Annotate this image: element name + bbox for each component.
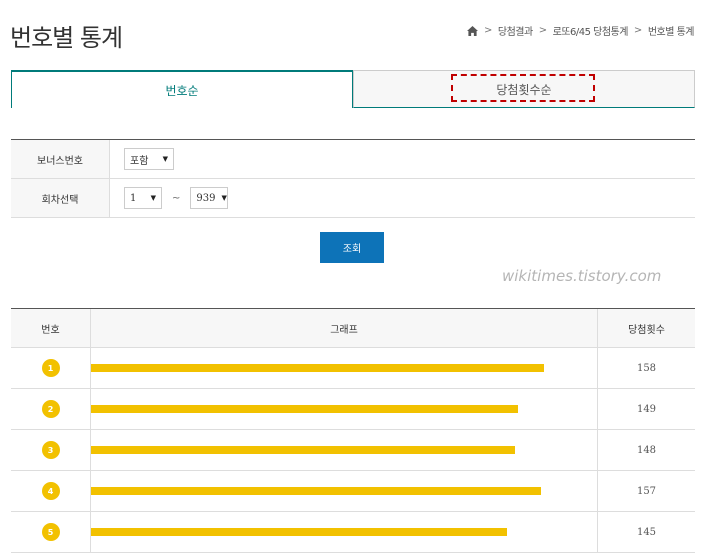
table-row: 3 148 (11, 430, 695, 471)
breadcrumb-item[interactable]: 번호별 통계 (648, 23, 695, 38)
win-count: 149 (636, 403, 657, 415)
bonus-select-value: 포함 (130, 155, 149, 167)
breadcrumb-item[interactable]: 로또6/45 당첨통계 (553, 23, 629, 38)
count-bar (91, 364, 544, 372)
round-from-value: 1 (130, 192, 137, 204)
caret-down-icon: ▼ (162, 155, 168, 163)
graph-cell (91, 389, 598, 429)
number-cell: 3 (11, 430, 91, 470)
lotto-ball: 2 (41, 400, 60, 418)
bonus-select[interactable]: 포함 ▼ (124, 148, 174, 170)
breadcrumb: > 당첨결과 > 로또6/45 당첨통계 > 번호별 통계 (467, 23, 695, 38)
count-bar (91, 446, 515, 454)
tab-by-number[interactable]: 번호순 (11, 70, 353, 108)
round-to-value: 939 (196, 192, 216, 204)
caret-down-icon: ▼ (150, 194, 156, 202)
chevron-right-icon: > (483, 25, 492, 36)
win-count: 158 (636, 362, 657, 374)
stats-table: 번호 그래프 당첨횟수 1 158 2 149 3 148 4 157 5 145 (11, 308, 695, 553)
search-button[interactable]: 조회 (320, 232, 384, 263)
round-label: 회차선택 (11, 179, 110, 217)
win-count: 148 (636, 444, 657, 456)
watermark: wikitimes.tistory.com (502, 267, 662, 285)
lotto-ball: 3 (41, 441, 60, 459)
graph-cell (91, 348, 598, 388)
round-to-select[interactable]: 939 ▼ (190, 187, 229, 209)
caret-down-icon: ▼ (221, 194, 227, 202)
chevron-right-icon: > (538, 25, 547, 36)
graph-cell (91, 512, 598, 552)
graph-cell (91, 430, 598, 470)
filter-row-round: 회차선택 1 ▼ ~ 939 ▼ (11, 179, 695, 218)
count-bar (91, 405, 518, 413)
round-from-select[interactable]: 1 ▼ (124, 187, 162, 209)
tab-by-win-count[interactable]: 당첨횟수순 (353, 70, 695, 108)
count-bar (91, 487, 541, 495)
table-header: 번호 그래프 당첨횟수 (11, 309, 695, 348)
header-number: 번호 (11, 309, 91, 347)
table-row: 4 157 (11, 471, 695, 512)
tab-label: 번호순 (165, 83, 199, 98)
header-graph: 그래프 (91, 309, 598, 347)
win-count: 157 (636, 485, 657, 497)
table-row: 1 158 (11, 348, 695, 389)
number-cell: 1 (11, 348, 91, 388)
graph-cell (91, 471, 598, 511)
lotto-ball: 1 (41, 359, 60, 377)
chevron-right-icon: > (633, 25, 642, 36)
breadcrumb-item[interactable]: 당첨결과 (498, 23, 533, 38)
number-cell: 2 (11, 389, 91, 429)
table-row: 2 149 (11, 389, 695, 430)
number-cell: 4 (11, 471, 91, 511)
filter-row-bonus: 보너스번호 포함 ▼ (11, 140, 695, 179)
tab-label: 당첨횟수순 (496, 82, 552, 97)
count-bar (91, 528, 507, 536)
lotto-ball: 5 (41, 523, 60, 541)
filter-form: 보너스번호 포함 ▼ 회차선택 1 ▼ ~ 939 ▼ (11, 139, 695, 218)
lotto-ball: 4 (41, 482, 60, 500)
home-icon[interactable] (467, 25, 478, 36)
range-separator: ~ (172, 192, 181, 204)
page-title: 번호별 통계 (10, 24, 123, 52)
header-count: 당첨횟수 (628, 324, 665, 336)
bonus-label: 보너스번호 (11, 140, 110, 178)
table-row: 5 145 (11, 512, 695, 553)
sort-tabs: 번호순 당첨횟수순 (11, 70, 695, 108)
win-count: 145 (636, 526, 657, 538)
number-cell: 5 (11, 512, 91, 552)
